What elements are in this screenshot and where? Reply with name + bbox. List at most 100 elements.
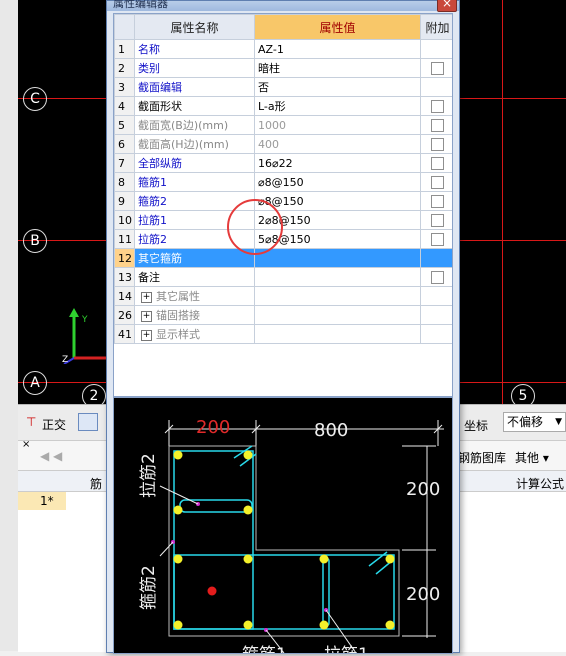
extra-checkbox[interactable] [431, 232, 444, 246]
group-cell[interactable]: + 其它属性 [134, 286, 255, 306]
extra-checkbox[interactable] [431, 194, 444, 208]
row-number: 9 [114, 191, 135, 211]
property-table: 属性名称 属性值 附加 1 名称 AZ-1 2 类别 暗柱 3 截面编辑否 4 截面形状 L-a形 5… [114, 14, 452, 344]
group-name: 其它属性 [156, 290, 200, 303]
extra-cell [420, 134, 452, 154]
ortho-button[interactable]: 正交 [42, 416, 66, 433]
row-number: 10 [114, 210, 135, 230]
dim-top-v: 200 [406, 479, 440, 500]
label-stirrup2: 箍筋2 [139, 565, 159, 610]
extra-checkbox[interactable] [431, 118, 444, 132]
property-value[interactable]: ⌀8@150 [254, 172, 421, 192]
axis-bubble-5: 5 [511, 384, 535, 404]
ucs-axis-icon: Y Z [62, 308, 106, 364]
column-section-drawing: 200 800 200 200 拉筋2 箍筋2 [139, 417, 444, 656]
extra-cell [420, 115, 452, 135]
offset-select[interactable]: 不偏移 ▼ [503, 412, 566, 432]
group-name: 锚固搭接 [156, 309, 200, 322]
property-row[interactable]: 2 类别 暗柱 [114, 58, 452, 78]
extra-checkbox[interactable] [431, 270, 444, 284]
property-value[interactable]: 否 [254, 77, 421, 97]
extra-cell [420, 191, 452, 211]
property-value[interactable]: AZ-1 [254, 39, 421, 59]
extra-cell [420, 39, 452, 59]
ortho-icon[interactable]: ⊤ [26, 415, 36, 429]
close-icon: × [441, 0, 453, 10]
extra-checkbox[interactable] [431, 213, 444, 227]
property-group-row[interactable]: 14 + 其它属性 [114, 286, 452, 306]
row-number: 4 [114, 96, 135, 116]
extra-checkbox[interactable] [431, 175, 444, 189]
property-row[interactable]: 1 名称 AZ-1 [114, 39, 452, 59]
property-value[interactable]: 16⌀22 [254, 153, 421, 173]
axis-bubble-b: B [23, 229, 47, 253]
header-name: 属性名称 [134, 14, 255, 40]
expand-plus-icon[interactable]: + [141, 310, 152, 322]
row-number: 1 [114, 39, 135, 59]
dialog-title: 属性编辑器 [113, 0, 168, 10]
extra-checkbox[interactable] [431, 137, 444, 151]
close-icon[interactable]: × [22, 439, 30, 450]
row-number: 6 [114, 134, 135, 154]
extra-checkbox[interactable] [431, 156, 444, 170]
expand-plus-icon[interactable]: + [141, 291, 152, 303]
axis-bubble-2: 2 [82, 384, 106, 404]
row-number: 5 [114, 115, 135, 135]
rebar-lib-button[interactable]: 钢筋图库 [458, 449, 506, 466]
property-value[interactable]: L-a形 [254, 96, 421, 116]
property-value[interactable]: 400 [254, 134, 421, 154]
row-number: 41 [114, 324, 135, 344]
chevron-down-icon: ▼ [555, 417, 562, 427]
svg-text:Z: Z [62, 355, 68, 364]
axis-line-5 [502, 0, 503, 404]
extra-cell [420, 229, 452, 249]
property-name: 类别 [134, 58, 255, 78]
group-cell[interactable]: + 锚固搭接 [134, 305, 255, 325]
property-row[interactable]: 7 全部纵筋 16⌀22 [114, 153, 452, 173]
property-row[interactable]: 6 截面高(H边)(mm) 400 [114, 134, 452, 154]
header-value: 属性值 [254, 14, 421, 40]
section-preview[interactable]: 200 800 200 200 拉筋2 箍筋2 [113, 397, 453, 656]
property-group-row[interactable]: 26 + 锚固搭接 [114, 305, 452, 325]
extra-cell [420, 324, 452, 344]
row-number: 26 [114, 305, 135, 325]
row-number: 11 [114, 229, 135, 249]
label-tie1: 拉筋1 [324, 645, 369, 653]
coord-label: 坐标 [464, 419, 489, 433]
extra-cell [420, 248, 452, 268]
property-row[interactable]: 13 备注 [114, 267, 452, 287]
property-row[interactable]: 5 截面宽(B边)(mm) 1000 [114, 115, 452, 135]
extra-cell [420, 286, 452, 306]
property-editor-dialog: 属性编辑器 × 属性名称 属性值 附加 1 名称 AZ-1 2 类别 暗柱 3 截面编辑否 4 截… [106, 0, 460, 656]
property-value[interactable]: 暗柱 [254, 58, 421, 78]
annotation-circle [227, 199, 283, 255]
extra-checkbox[interactable] [431, 61, 444, 75]
row-number: 12 [114, 248, 135, 268]
extra-cell [420, 153, 452, 173]
extra-cell [420, 210, 452, 230]
dialog-titlebar[interactable]: 属性编辑器 [107, 0, 459, 11]
property-value[interactable]: 1000 [254, 115, 421, 135]
extra-cell [420, 267, 452, 287]
snap-icon[interactable] [78, 413, 98, 431]
row-number: 7 [114, 153, 135, 173]
property-row[interactable]: 3 截面编辑否 [114, 77, 452, 97]
property-group-row[interactable]: 41 + 显示样式 [114, 324, 452, 344]
property-row[interactable]: 4 截面形状 L-a形 [114, 96, 452, 116]
property-value[interactable] [254, 267, 421, 287]
extra-checkbox[interactable] [431, 99, 444, 113]
extra-cell [420, 96, 452, 116]
axis-bubble-c: C [23, 87, 47, 111]
row-index[interactable]: 1* [18, 492, 66, 510]
other-button[interactable]: 其他 ▾ [515, 449, 549, 466]
dialog-close-button[interactable]: × [437, 0, 457, 12]
property-name: 全部纵筋 [134, 153, 255, 173]
dim-bottom-v: 200 [406, 584, 440, 605]
property-row[interactable]: 8 箍筋1 ⌀8@150 [114, 172, 452, 192]
col-rebar: 筋 [90, 477, 103, 491]
nav-prev-icon[interactable]: ◀ ◀ [40, 449, 62, 463]
expand-plus-icon[interactable]: + [141, 329, 152, 341]
group-cell[interactable]: + 显示样式 [134, 324, 255, 344]
property-name: 截面高(H边)(mm) [134, 134, 255, 154]
row-number: 8 [114, 172, 135, 192]
